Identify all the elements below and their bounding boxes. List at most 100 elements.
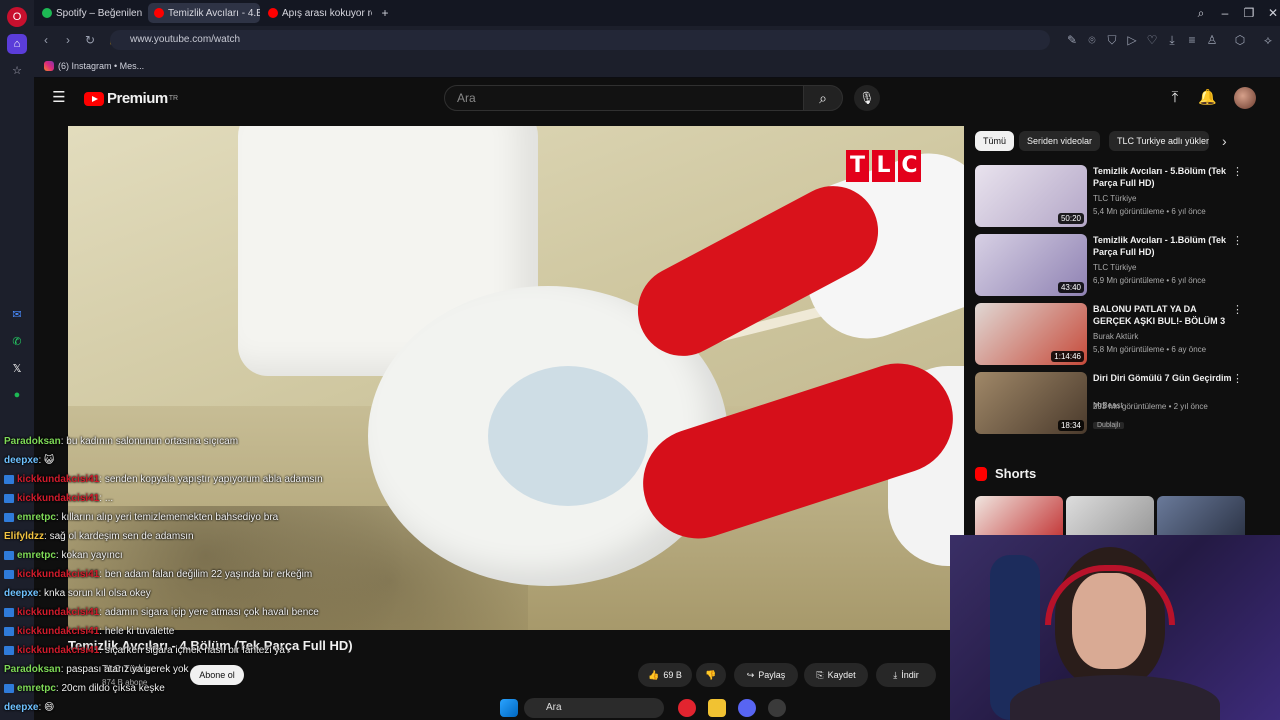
discord-icon[interactable] [738, 699, 756, 717]
short-thumbnail[interactable] [975, 496, 1063, 536]
youtube-play-icon [84, 91, 104, 106]
obs-icon[interactable] [768, 699, 786, 717]
shield-icon[interactable]: ⛉ [1104, 32, 1120, 48]
more-options-icon[interactable]: ⋮ [1232, 372, 1243, 385]
windows-taskbar: Ara [494, 696, 794, 720]
video-thumbnail[interactable]: 43:40 [975, 234, 1087, 296]
duration-badge: 43:40 [1057, 282, 1084, 293]
short-thumbnail[interactable] [1157, 496, 1245, 536]
kick-badge-icon [4, 512, 14, 522]
new-tab-icon[interactable]: + [376, 4, 394, 22]
download-arrow-icon: ⤓ [893, 669, 898, 680]
recommendation-channel[interactable]: TLC Türkiye [1093, 263, 1136, 272]
maximize-icon[interactable]: ❐ [1240, 4, 1258, 22]
recommendation-title[interactable]: Diri Diri Gömülü 7 Gün Geçirdim [1093, 372, 1233, 384]
dislike-button[interactable]: 👎 [696, 663, 726, 687]
search-input[interactable] [444, 85, 804, 111]
notifications-bell-icon[interactable]: 🔔 [1198, 89, 1217, 107]
play-icon[interactable]: ▷ [1124, 32, 1140, 48]
upload-icon[interactable]: ⤒ [1166, 89, 1184, 107]
avatar[interactable] [1234, 87, 1256, 109]
windows-start-icon[interactable] [500, 699, 518, 717]
taskbar-search[interactable]: Ara [524, 698, 664, 718]
recommendation-title[interactable]: BALONU PATLAT YA DA GERÇEK AŞKI BUL!- BÖ… [1093, 303, 1233, 327]
account-icon[interactable]: ♙ [1204, 32, 1220, 48]
x-icon[interactable]: 𝕏 [7, 358, 27, 378]
star-icon[interactable]: ☆ [7, 60, 27, 80]
opera-taskbar-icon[interactable] [678, 699, 696, 717]
spotify-favicon-icon [42, 8, 52, 18]
recommendation-item[interactable]: 50:20 Temizlik Avcıları - 5.Bölüm (Tek P… [975, 165, 1245, 227]
chat-text: : 😄 [38, 702, 55, 713]
dubbed-badge: Dublajlı [1093, 422, 1125, 429]
thumbs-up-icon: 👍 [648, 669, 660, 680]
camera-icon[interactable]: ⌾ [1084, 32, 1100, 48]
hamburger-menu-icon[interactable]: ☰ [50, 89, 68, 107]
bookmark-instagram[interactable]: (6) Instagram • Mes... [44, 58, 144, 74]
chip-uploads[interactable]: TLC Turkiye adlı yüklemeler [1109, 131, 1209, 151]
chat-message: kickkundakcisi41: hele ki tuvalette [4, 622, 174, 641]
recommendation-item[interactable]: 43:40 Temizlik Avcıları - 1.Bölüm (Tek P… [975, 234, 1245, 296]
recommendation-title[interactable]: Temizlik Avcıları - 5.Bölüm (Tek Parça F… [1093, 165, 1233, 189]
save-button[interactable]: ⎘ Kaydet [804, 663, 868, 687]
recommendation-item[interactable]: 1:14:46 BALONU PATLAT YA DA GERÇEK AŞKI … [975, 303, 1245, 365]
chip-all[interactable]: Tümü [975, 131, 1015, 151]
home-icon[interactable]: ⌂ [7, 34, 27, 54]
url-field[interactable]: www.youtube.com/watch [110, 30, 1050, 50]
search-tabs-icon[interactable]: ⌕ [1192, 4, 1210, 22]
chip-series[interactable]: Seriden videolar [1019, 131, 1101, 151]
folder-icon[interactable] [708, 699, 726, 717]
extensions-icon[interactable]: ⬡ [1232, 32, 1248, 48]
chat-username: emretpc [17, 683, 56, 694]
forward-icon[interactable]: › [60, 32, 76, 48]
voice-search-button[interactable]: 🎙 [854, 85, 880, 111]
video-thumbnail[interactable]: 18:34 [975, 372, 1087, 434]
recommendation-channel[interactable]: Burak Aktürk [1093, 332, 1138, 341]
tlc-letter: L [872, 150, 895, 182]
download-button[interactable]: ⤓ İndir [876, 663, 936, 687]
aria-icon[interactable]: ⟡ [1260, 32, 1276, 48]
search-icon: ⌕ [819, 90, 827, 106]
opera-logo-icon[interactable]: O [7, 7, 27, 27]
minimize-icon[interactable]: – [1216, 4, 1234, 22]
close-window-icon[interactable]: ✕ [1264, 4, 1280, 22]
download-icon[interactable]: ⤓ [1164, 32, 1180, 48]
chat-message: Elifyldzz: sağ ol kardeşim sen de adamsı… [4, 527, 194, 546]
tab-label: Spotify – Beğenilen Şarkılar [56, 7, 144, 19]
recommendation-item[interactable]: 18:34 Diri Diri Gömülü 7 Gün Geçirdim Mr… [975, 372, 1245, 434]
more-options-icon[interactable]: ⋮ [1232, 303, 1243, 316]
search-button[interactable]: ⌕ [803, 85, 843, 111]
chat-message: emretpc: 20cm dildo çıksa keşke [4, 679, 165, 698]
like-button[interactable]: 👍 69 B [638, 663, 692, 687]
more-options-icon[interactable]: ⋮ [1232, 165, 1243, 178]
heart-icon[interactable]: ♡ [1144, 32, 1160, 48]
shorts-header: Shorts [975, 466, 1036, 481]
youtube-premium-logo[interactable]: Premium TR [84, 90, 178, 107]
menu-icon[interactable]: ≡ [1184, 32, 1200, 48]
chat-message: kickkundakcisi41: ben adam falan değilim… [4, 565, 312, 584]
spotify-icon[interactable]: ● [7, 385, 27, 405]
youtube-favicon-icon [268, 8, 278, 18]
chat-text: : sağ ol kardeşim sen de adamsın [44, 531, 194, 542]
chat-username: kickkundakcisi41 [17, 474, 100, 485]
whatsapp-icon[interactable]: ✆ [7, 331, 27, 351]
logo-country: TR [168, 95, 179, 102]
reload-icon[interactable]: ↻ [82, 32, 98, 48]
video-thumbnail[interactable]: 1:14:46 [975, 303, 1087, 365]
recommendation-channel[interactable]: TLC Türkiye [1093, 194, 1136, 203]
more-options-icon[interactable]: ⋮ [1232, 234, 1243, 247]
tab-spotify[interactable]: Spotify – Beğenilen Şarkılar [36, 3, 144, 23]
webcam-overlay [950, 535, 1280, 720]
edit-icon[interactable]: ✎ [1064, 32, 1080, 48]
messenger-icon[interactable]: ✉ [7, 304, 27, 324]
tab-youtube-2[interactable]: Apış arası kokuyor resmen [262, 3, 372, 23]
tab-youtube-active[interactable]: Temizlik Avcıları - 4.Bölüm [148, 3, 260, 23]
short-thumbnail[interactable] [1066, 496, 1154, 536]
share-button[interactable]: ↪ Paylaş [734, 663, 798, 687]
chevron-right-icon[interactable]: › [1222, 133, 1227, 149]
chat-username: emretpc [17, 512, 56, 523]
video-thumbnail[interactable]: 50:20 [975, 165, 1087, 227]
back-icon[interactable]: ‹ [38, 32, 54, 48]
recommendation-title[interactable]: Temizlik Avcıları - 1.Bölüm (Tek Parça F… [1093, 234, 1233, 258]
microphone-icon: 🎙 [859, 91, 875, 105]
